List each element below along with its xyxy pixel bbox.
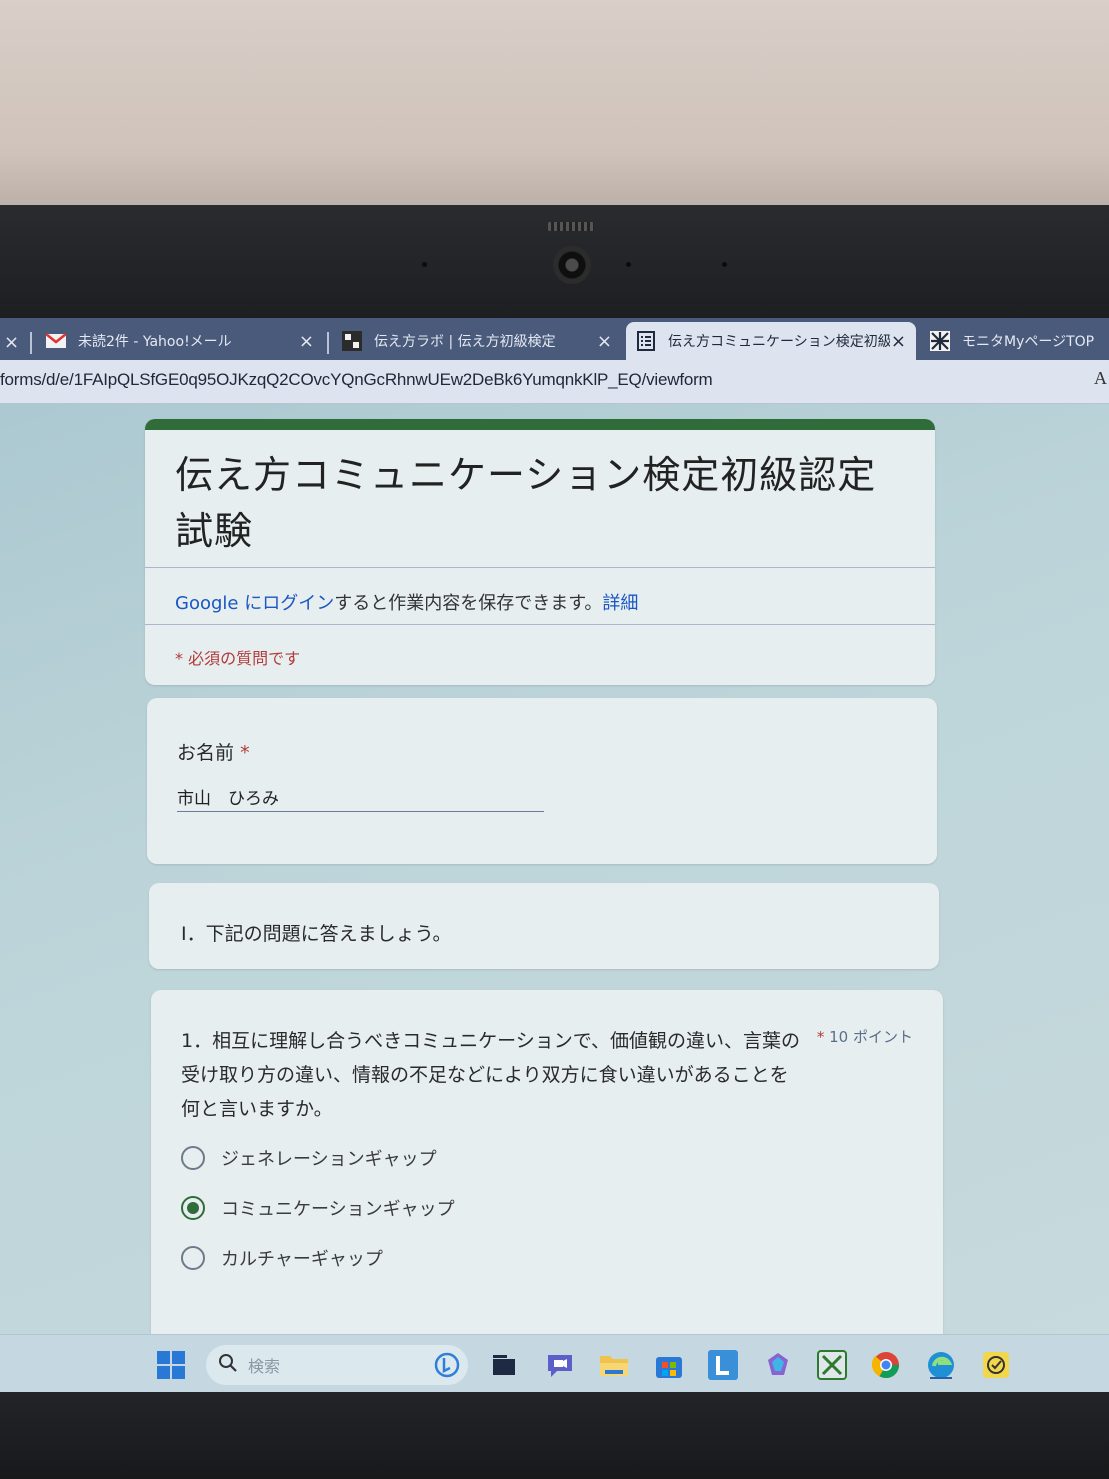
- name-input[interactable]: [177, 782, 544, 812]
- file-explorer-icon[interactable]: [598, 1349, 630, 1381]
- reader-mode-icon[interactable]: A: [1094, 368, 1107, 389]
- tab-separator: [327, 332, 329, 354]
- login-notice-text: すると作業内容を保存できます。: [334, 593, 603, 614]
- section-title: Ⅰ．下記の問題に答えましょう。: [181, 923, 452, 945]
- webcam: [553, 246, 591, 284]
- laptop-bezel-bottom: [0, 1392, 1109, 1479]
- task-view-icon[interactable]: [488, 1349, 520, 1381]
- tab-label: 伝え方コミュニケーション検定初級認定: [668, 334, 890, 350]
- microphone-grille: [548, 222, 594, 231]
- tab-google-form[interactable]: 伝え方コミュニケーション検定初級認定 ×: [626, 322, 916, 360]
- section-card: Ⅰ．下記の問題に答えましょう。: [149, 883, 939, 969]
- url-text[interactable]: forms/d/e/1FAIpQLSfGE0q95OJKzqQ2COvcYQnG…: [0, 370, 713, 390]
- tab-label: 伝え方ラボ | 伝え方初級検定: [374, 334, 556, 350]
- divider: [145, 624, 935, 625]
- todo-icon[interactable]: [980, 1349, 1012, 1381]
- google-forms-icon: [636, 331, 656, 351]
- taskbar-search[interactable]: 検索: [206, 1345, 468, 1385]
- required-star: *: [816, 1028, 825, 1046]
- tsutaekata-lab-icon: [342, 331, 362, 351]
- yahoo-mail-icon: [46, 331, 66, 351]
- sensor-dot: [626, 262, 631, 267]
- form-header-card: 伝え方コミュニケーション検定初級認定試験 Google にログインすると作業内容…: [145, 419, 935, 685]
- copilot-icon[interactable]: [762, 1349, 794, 1381]
- tab-tsutaekata-lab[interactable]: 伝え方ラボ | 伝え方初級検定 ×: [332, 322, 622, 360]
- question-text: お名前: [177, 742, 235, 764]
- bing-icon[interactable]: [434, 1351, 460, 1383]
- windows-start-icon[interactable]: [155, 1349, 187, 1381]
- login-notice: Google にログインすると作業内容を保存できます。詳細: [175, 589, 638, 615]
- login-link[interactable]: にログイン: [238, 593, 334, 614]
- tab-label: 未読2件 - Yahoo!メール: [78, 334, 232, 350]
- sensor-dot: [722, 262, 727, 267]
- radio-button[interactable]: [181, 1146, 205, 1170]
- sensor-dot: [422, 262, 427, 267]
- tab-yahoo-mail[interactable]: 未読2件 - Yahoo!メール ×: [36, 322, 324, 360]
- points-value: 10 ポイント: [829, 1028, 913, 1046]
- app-l-icon[interactable]: [707, 1349, 739, 1381]
- points-label: * 10 ポイント: [817, 1026, 913, 1047]
- close-tab-icon[interactable]: ×: [299, 331, 314, 352]
- option-label: コミュニケーションギャップ: [221, 1199, 455, 1220]
- screen: × 未読2件 - Yahoo!メール × 伝え方ラボ | 伝え方初級検定 × 伝…: [0, 318, 1109, 1394]
- required-note: * 必須の質問です: [175, 649, 301, 668]
- question-text: 1．相互に理解し合うべきコミュニケーションで、価値観の違い、言葉の受け取り方の違…: [181, 1030, 800, 1120]
- option-label: ジェネレーションギャップ: [221, 1149, 437, 1170]
- radio-button[interactable]: [181, 1246, 205, 1270]
- close-tab-icon[interactable]: ×: [4, 332, 19, 353]
- chat-icon[interactable]: [544, 1349, 576, 1381]
- option-label: カルチャーギャップ: [221, 1249, 383, 1270]
- option-communication-gap[interactable]: コミュニケーションギャップ: [181, 1195, 455, 1221]
- chrome-icon[interactable]: [870, 1349, 902, 1381]
- edge-icon[interactable]: [925, 1349, 957, 1381]
- background-wall: [0, 0, 1109, 215]
- details-link[interactable]: 詳細: [602, 593, 638, 614]
- google-login-link[interactable]: Google: [175, 593, 238, 614]
- name-question-card: お名前 *: [147, 698, 937, 864]
- search-placeholder: 検索: [248, 1357, 281, 1376]
- tab-monitor-mypage[interactable]: モニタMyページTOP: [920, 322, 1109, 360]
- accent-band: [145, 419, 935, 430]
- option-generation-gap[interactable]: ジェネレーションギャップ: [181, 1145, 437, 1171]
- search-icon: [218, 1353, 238, 1377]
- taskbar: 検索: [0, 1334, 1109, 1394]
- divider: [145, 567, 935, 568]
- tab-separator: [30, 332, 32, 354]
- form-title: 伝え方コミュニケーション検定初級認定試験: [175, 453, 877, 553]
- address-bar[interactable]: forms/d/e/1FAIpQLSfGE0q95OJKzqQ2COvcYQnG…: [0, 360, 1109, 404]
- xbox-icon[interactable]: [816, 1349, 848, 1381]
- close-tab-icon[interactable]: ×: [891, 331, 906, 352]
- store-icon[interactable]: [653, 1349, 685, 1381]
- close-tab-icon[interactable]: ×: [597, 331, 612, 352]
- radio-button-selected[interactable]: [181, 1196, 205, 1220]
- question-label: お名前 *: [177, 738, 250, 765]
- option-culture-gap[interactable]: カルチャーギャップ: [181, 1245, 383, 1271]
- tab-label: モニタMyページTOP: [962, 334, 1095, 350]
- tab-bar: × 未読2件 - Yahoo!メール × 伝え方ラボ | 伝え方初級検定 × 伝…: [0, 318, 1109, 360]
- required-star: *: [240, 742, 250, 764]
- monitor-site-icon: [930, 331, 950, 351]
